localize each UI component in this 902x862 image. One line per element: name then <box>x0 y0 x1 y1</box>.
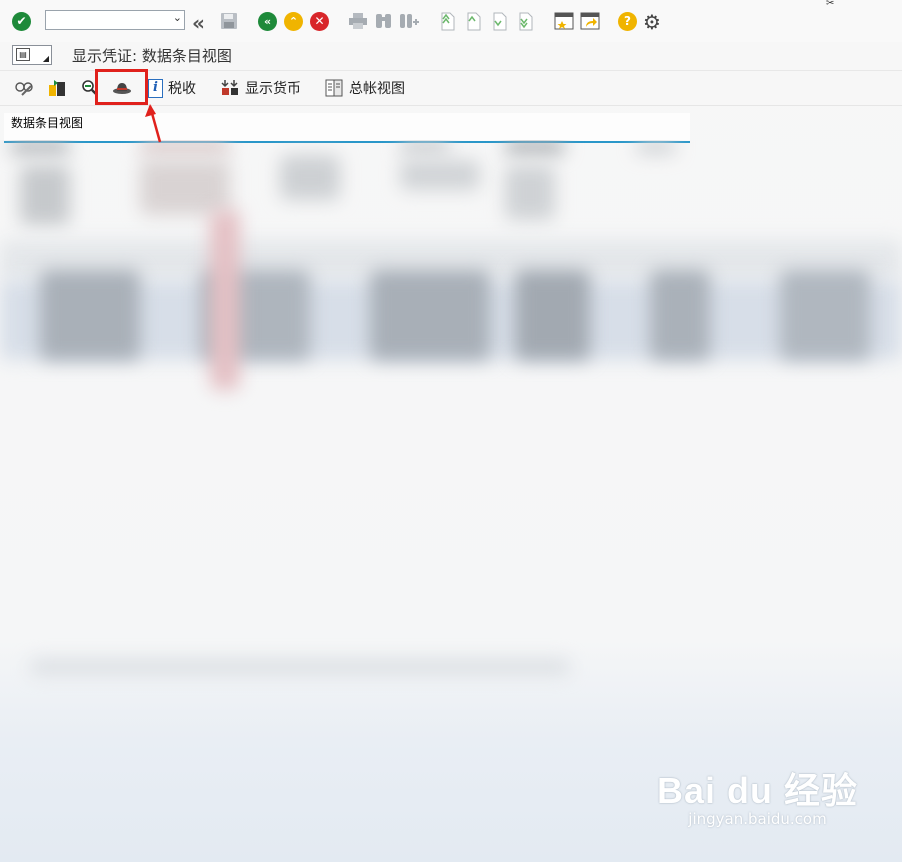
baidu-watermark: Bai du 经验 jingyan.baidu.com <box>657 762 858 828</box>
annotation-arrow <box>145 104 162 143</box>
watermark-main: Bai du 经验 <box>656 770 858 811</box>
